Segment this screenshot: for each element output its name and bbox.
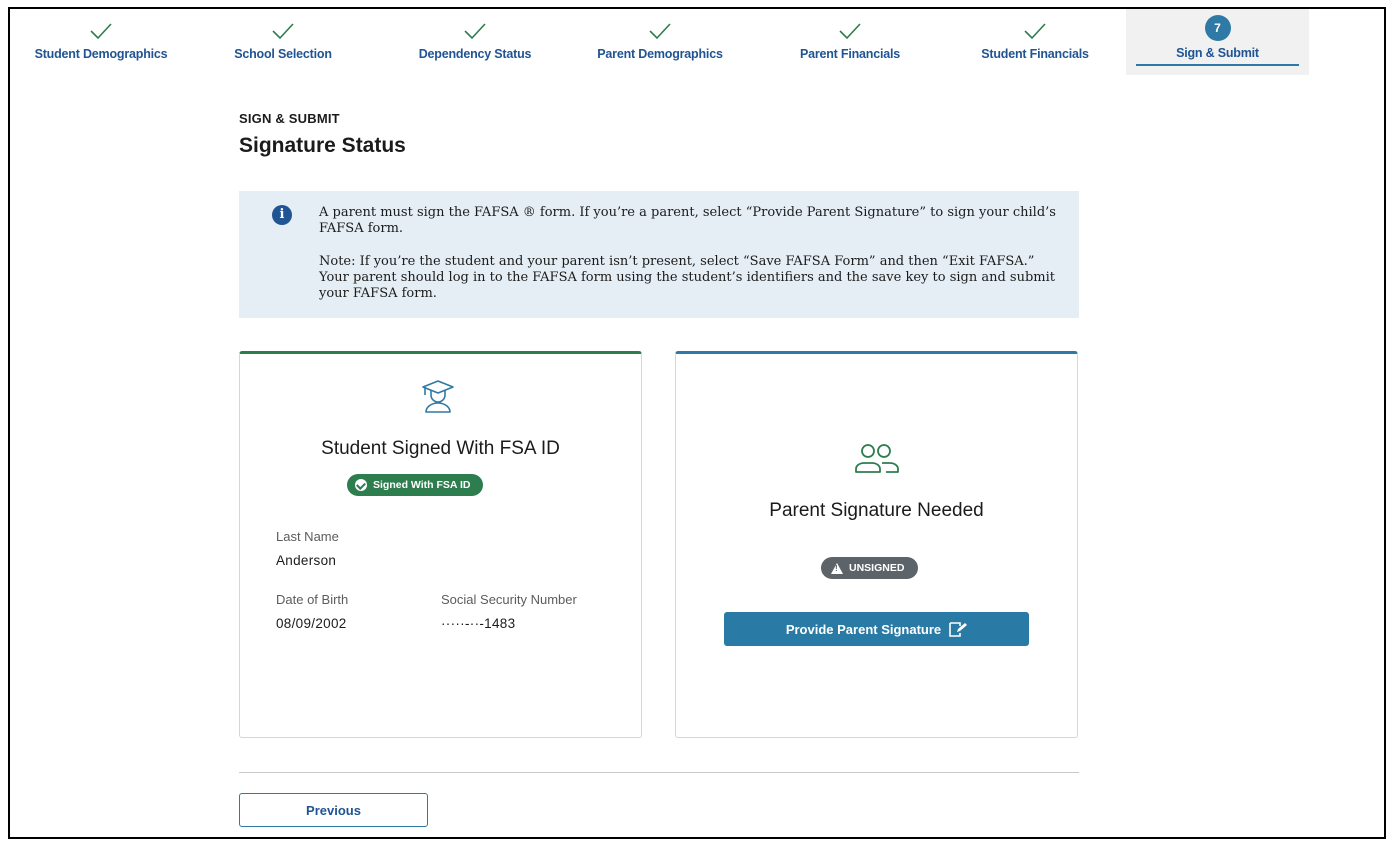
badge-label: Signed With FSA ID xyxy=(373,479,471,491)
step-school-selection[interactable]: School Selection xyxy=(198,9,368,75)
student-signature-card: Student Signed With FSA ID Signed With F… xyxy=(239,351,642,738)
step-label: Dependency Status xyxy=(418,47,532,61)
info-alert: i A parent must sign the FAFSA ® form. I… xyxy=(239,191,1079,318)
step-label: School Selection xyxy=(234,47,332,61)
graduate-icon xyxy=(422,380,454,413)
active-step-underline xyxy=(1136,64,1299,66)
page-title: Signature Status xyxy=(239,134,406,157)
parents-icon xyxy=(855,444,899,473)
check-icon xyxy=(90,23,112,40)
check-icon xyxy=(272,23,294,40)
section-eyebrow: SIGN & SUBMIT xyxy=(239,111,340,126)
step-label: Parent Demographics xyxy=(597,47,723,61)
check-icon xyxy=(1024,23,1046,40)
step-number: 7 xyxy=(1204,15,1231,41)
step-student-financials[interactable]: Student Financials xyxy=(950,9,1120,75)
step-parent-demographics[interactable]: Parent Demographics xyxy=(575,9,745,75)
step-label: Student Demographics xyxy=(34,47,168,61)
check-icon xyxy=(649,23,671,40)
step-dependency-status[interactable]: Dependency Status xyxy=(390,9,560,75)
parent-card-title: Parent Signature Needed xyxy=(769,500,984,521)
check-circle-icon xyxy=(355,479,367,491)
step-sign-submit[interactable]: 7 Sign & Submit xyxy=(1126,9,1309,75)
unsigned-status-badge: UNSIGNED xyxy=(821,557,919,579)
step-label: Parent Financials xyxy=(799,47,901,61)
dob-label: Date of Birth xyxy=(276,592,349,607)
warning-icon xyxy=(831,562,843,574)
check-icon xyxy=(839,23,861,40)
step-parent-financials[interactable]: Parent Financials xyxy=(765,9,935,75)
step-label: Student Financials xyxy=(981,47,1089,61)
alert-note: Note: If you’re the student and your par… xyxy=(319,254,1056,301)
signed-status-badge: Signed With FSA ID xyxy=(347,474,483,496)
last-name-label: Last Name xyxy=(276,529,339,544)
ssn-value: ·····-··-1483 xyxy=(441,616,516,631)
info-icon: i xyxy=(272,205,292,225)
footer-divider xyxy=(239,772,1079,773)
sign-document-icon xyxy=(949,622,968,637)
ssn-label: Social Security Number xyxy=(441,592,577,607)
student-card-title: Student Signed With FSA ID xyxy=(321,438,560,459)
button-label: Provide Parent Signature xyxy=(785,621,942,637)
provide-parent-signature-button[interactable]: Provide Parent Signature xyxy=(724,612,1029,646)
alert-paragraph: A parent must sign the FAFSA ® form. If … xyxy=(319,205,1056,236)
progress-stepper: Student Demographics School Selection De… xyxy=(10,9,1384,75)
step-student-demographics[interactable]: Student Demographics xyxy=(16,9,186,75)
check-icon xyxy=(464,23,486,40)
previous-button[interactable]: Previous xyxy=(239,793,428,827)
parent-signature-card: Parent Signature Needed UNSIGNED Provide… xyxy=(675,351,1078,738)
step-label: Sign & Submit xyxy=(1176,46,1259,60)
dob-value: 08/09/2002 xyxy=(276,616,347,631)
badge-label: UNSIGNED xyxy=(849,562,905,574)
application-frame: Student Demographics School Selection De… xyxy=(8,7,1386,839)
last-name-value: Anderson xyxy=(276,553,337,568)
